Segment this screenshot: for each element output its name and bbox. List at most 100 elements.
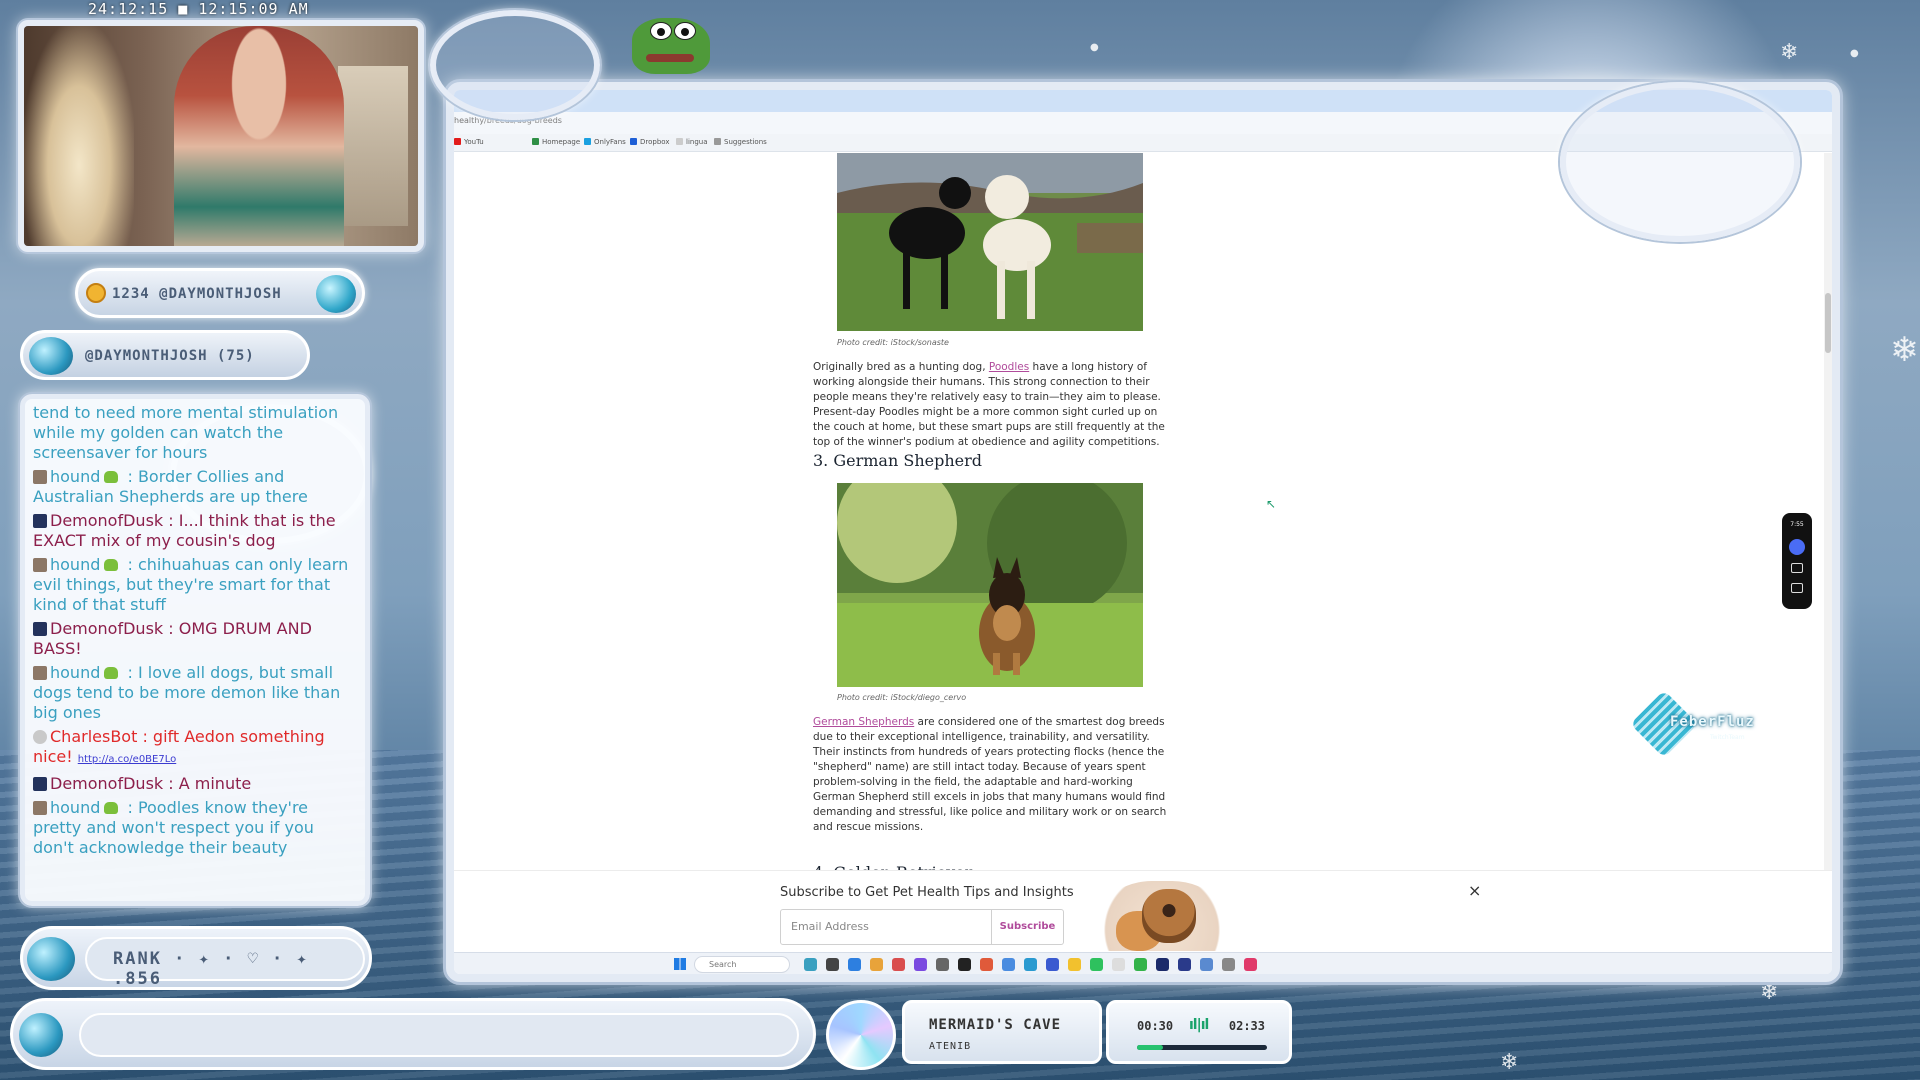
christmas-tree xyxy=(24,26,134,246)
user-avatar-icon xyxy=(33,558,47,572)
streamer xyxy=(174,26,344,246)
now-playing-card: MERMAID'S CAVE ATENIB xyxy=(902,1000,1102,1064)
album-art xyxy=(826,1000,896,1070)
wing-decoration xyxy=(1560,82,1800,242)
equalizer-icon: ıl|ıl xyxy=(1189,1017,1209,1033)
ticker-empty xyxy=(79,1013,799,1057)
bookmark-youtube[interactable]: YouTu xyxy=(454,138,484,146)
user-avatar-icon xyxy=(33,730,47,744)
cursor-icon: ↖ xyxy=(1266,497,1277,511)
email-field[interactable]: Email Address xyxy=(780,909,992,945)
eye xyxy=(650,22,672,40)
app-icon[interactable] xyxy=(914,958,927,971)
chat-username[interactable]: hound xyxy=(50,555,100,574)
chat-username[interactable]: DemonofDusk xyxy=(50,619,163,638)
chat-username[interactable]: DemonofDusk xyxy=(50,511,163,530)
snowflake-icon: ❄ xyxy=(1890,330,1919,370)
chat-username[interactable]: hound xyxy=(50,798,100,817)
playback-time-card: 00:30 ıl|ıl 02:33 xyxy=(1106,1000,1292,1064)
app-icon[interactable] xyxy=(1244,958,1257,971)
german-shepherds-link[interactable]: German Shepherds xyxy=(813,716,914,728)
frog-badge-icon xyxy=(104,667,119,679)
bookmark-onlyfans[interactable]: OnlyFans xyxy=(584,138,626,146)
play-icon[interactable] xyxy=(1789,539,1805,555)
gem-icon xyxy=(19,1013,63,1057)
web-page: Photo credit: iStock/sonaste Originally … xyxy=(454,153,1832,943)
song-artist: ATENIB xyxy=(929,1041,972,1052)
app-icon[interactable] xyxy=(1178,958,1191,971)
close-icon[interactable]: × xyxy=(1468,881,1481,900)
app-icon[interactable] xyxy=(826,958,839,971)
app-icon[interactable] xyxy=(1068,958,1081,971)
folder-icon xyxy=(714,138,721,145)
dropbox-icon xyxy=(630,138,637,145)
section-heading: 3. German Shepherd xyxy=(813,451,982,470)
user-avatar-icon xyxy=(33,777,47,791)
frog-badge-icon xyxy=(104,471,119,483)
app-icon[interactable] xyxy=(1024,958,1037,971)
windows-start-icon[interactable] xyxy=(674,958,686,970)
chat-message: hound : Poodles know they're pretty and … xyxy=(33,798,355,858)
app-icon[interactable] xyxy=(892,958,905,971)
app-icon[interactable] xyxy=(958,958,971,971)
webcam-feed xyxy=(18,20,424,252)
snowflake-icon: ❄ xyxy=(1760,980,1779,1005)
app-icon[interactable] xyxy=(1134,958,1147,971)
homepage-icon xyxy=(532,138,539,145)
user-avatar-icon xyxy=(33,801,47,815)
gem-icon xyxy=(29,337,73,375)
chat-message: hound : chihuahuas can only learn evil t… xyxy=(33,555,355,615)
chat-username[interactable]: DemonofDusk xyxy=(50,774,163,793)
chat-username[interactable]: hound xyxy=(50,663,100,682)
pepe-emote xyxy=(632,18,710,74)
widget-time: 7:55 xyxy=(1790,521,1804,528)
scrollbar[interactable] xyxy=(1824,153,1832,943)
poodles-link[interactable]: Poodles xyxy=(989,361,1029,373)
app-icon[interactable] xyxy=(980,958,993,971)
rank-text: RANK · ✦ · ♡ · ✦ .856 xyxy=(113,949,309,989)
subscribe-banner: Subscribe to Get Pet Health Tips and Ins… xyxy=(454,870,1832,951)
pets-illustration xyxy=(1082,881,1242,951)
app-icon[interactable] xyxy=(1200,958,1213,971)
scrollbar-thumb[interactable] xyxy=(1825,293,1831,353)
poodles-photo xyxy=(837,153,1143,331)
app-icon[interactable] xyxy=(1222,958,1235,971)
bookmark-icon[interactable] xyxy=(1791,583,1803,593)
resize-icon[interactable] xyxy=(1791,563,1803,573)
app-icon[interactable] xyxy=(936,958,949,971)
mouth xyxy=(646,54,694,62)
team-logo: FeberFluz TwitchTeam xyxy=(1630,690,1770,758)
folder-icon[interactable] xyxy=(870,958,883,971)
german-shepherd-photo-image xyxy=(837,483,1143,687)
frog-badge-icon xyxy=(104,559,119,571)
dog-image xyxy=(1142,889,1196,943)
progress-track xyxy=(1137,1045,1267,1050)
taskbar-search[interactable]: Search xyxy=(694,956,790,973)
spotify-icon[interactable] xyxy=(1090,958,1103,971)
app-icon[interactable] xyxy=(1156,958,1169,971)
chat-username[interactable]: CharlesBot xyxy=(50,727,137,746)
chat-link[interactable]: http://a.co/e0BE7Lo xyxy=(78,754,177,765)
chrome-icon[interactable] xyxy=(1002,958,1015,971)
subscribe-button[interactable]: Subscribe xyxy=(992,909,1064,945)
frog-badge-icon xyxy=(104,802,119,814)
bookmark-suggestions[interactable]: Suggestions xyxy=(714,138,767,146)
youtube-icon xyxy=(454,138,461,145)
logo-subtitle: TwitchTeam xyxy=(1710,734,1745,741)
chat-username[interactable]: hound xyxy=(50,467,100,486)
app-icon[interactable] xyxy=(1046,958,1059,971)
app-icon[interactable] xyxy=(848,958,861,971)
app-icon[interactable] xyxy=(1112,958,1125,971)
coin-icon xyxy=(86,283,106,303)
user-avatar-icon xyxy=(33,514,47,528)
latest-follower-badge: @DAYMONTHJOSH (75) xyxy=(20,330,310,380)
app-icon[interactable] xyxy=(804,958,817,971)
bookmark-homepage[interactable]: Homepage xyxy=(532,138,580,146)
chat-message: CharlesBot : gift Aedon something nice! … xyxy=(33,727,355,770)
rank-badge: RANK · ✦ · ♡ · ✦ .856 xyxy=(20,926,372,990)
onlyfans-icon xyxy=(584,138,591,145)
bookmark-dropbox[interactable]: Dropbox xyxy=(630,138,670,146)
snowflake-icon: ● xyxy=(1090,42,1099,53)
snowflake-icon: ❄ xyxy=(1780,40,1799,65)
bookmark-lingua[interactable]: lingua xyxy=(676,138,708,146)
